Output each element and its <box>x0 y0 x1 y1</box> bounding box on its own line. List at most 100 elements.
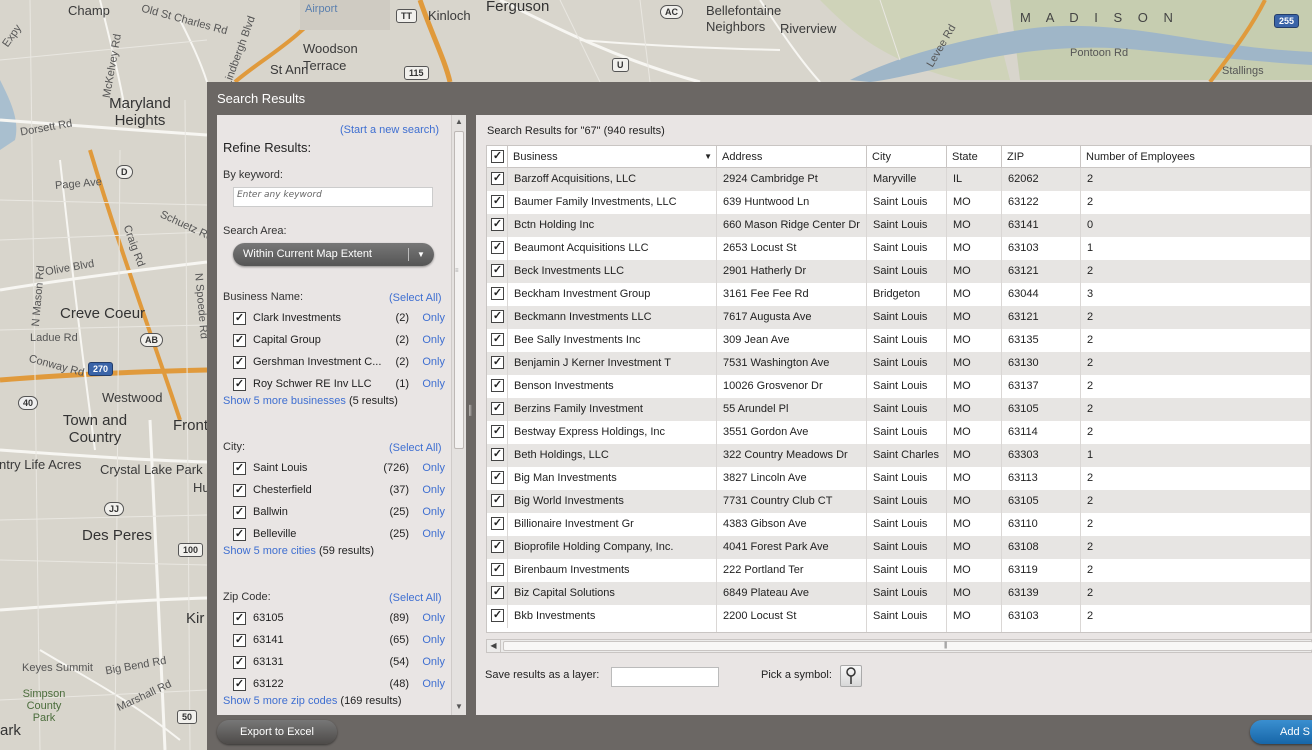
checkbox-checked[interactable]: ✓ <box>233 378 246 391</box>
cell-select: ✓ <box>487 467 508 490</box>
only-link[interactable]: Only <box>422 334 445 346</box>
checkbox-checked[interactable]: ✓ <box>233 462 246 475</box>
only-link[interactable]: Only <box>422 506 445 518</box>
select-all-checkbox[interactable]: ✓ <box>491 150 504 163</box>
city-select-all-link[interactable]: (Select All) <box>389 442 442 454</box>
row-checkbox[interactable]: ✓ <box>491 609 504 622</box>
layer-name-input[interactable] <box>611 667 719 687</box>
show-more-zip-codes-link[interactable]: Show 5 more zip codes <box>223 695 337 707</box>
zip-select-all-link[interactable]: (Select All) <box>389 592 442 604</box>
pick-symbol-button[interactable] <box>840 665 862 687</box>
show-more-businesses-link[interactable]: Show 5 more businesses <box>223 395 346 407</box>
table-row[interactable]: ✓ Berzins Family Investment 55 Arundel Pl S… <box>487 398 1311 421</box>
zip-code-label: Zip Code: <box>223 591 271 603</box>
only-link[interactable]: Only <box>422 312 445 324</box>
only-link[interactable]: Only <box>422 612 445 624</box>
only-link[interactable]: Only <box>422 634 445 646</box>
table-row[interactable]: ✓ Biz Capital Solutions 6849 Plateau Ave Sa… <box>487 582 1311 605</box>
export-to-excel-button[interactable]: Export to Excel <box>217 720 337 744</box>
checkbox-checked[interactable]: ✓ <box>233 312 246 325</box>
column-header-state[interactable]: State <box>947 146 1002 168</box>
column-header-address[interactable]: Address <box>717 146 867 168</box>
row-checkbox[interactable]: ✓ <box>491 379 504 392</box>
row-checkbox[interactable]: ✓ <box>491 195 504 208</box>
row-checkbox[interactable]: ✓ <box>491 264 504 277</box>
start-new-search-link[interactable]: (Start a new search) <box>340 124 439 136</box>
business-select-all-link[interactable]: (Select All) <box>389 292 442 304</box>
row-checkbox[interactable]: ✓ <box>491 356 504 369</box>
only-link[interactable]: Only <box>422 462 445 474</box>
row-checkbox[interactable]: ✓ <box>491 287 504 300</box>
checkbox-checked[interactable]: ✓ <box>233 506 246 519</box>
scroll-thumb[interactable] <box>454 131 464 449</box>
checkbox-checked[interactable]: ✓ <box>233 528 246 541</box>
table-row[interactable]: ✓ Billionaire Investment Gr 4383 Gibson Av… <box>487 513 1311 536</box>
row-checkbox[interactable]: ✓ <box>491 448 504 461</box>
only-link[interactable]: Only <box>422 528 445 540</box>
row-checkbox[interactable]: ✓ <box>491 540 504 553</box>
panel-splitter-handle[interactable]: ║ <box>467 406 473 425</box>
row-checkbox[interactable]: ✓ <box>491 586 504 599</box>
row-checkbox[interactable]: ✓ <box>491 517 504 530</box>
row-checkbox[interactable]: ✓ <box>491 333 504 346</box>
table-row[interactable]: ✓ Beck Investments LLC 2901 Hatherly Dr Sai… <box>487 260 1311 283</box>
table-row[interactable]: ✓ Big Man Investments 3827 Lincoln Ave Sain… <box>487 467 1311 490</box>
only-link[interactable]: Only <box>422 678 445 690</box>
row-checkbox[interactable]: ✓ <box>491 402 504 415</box>
only-link[interactable]: Only <box>422 378 445 390</box>
add-button[interactable]: Add S <box>1250 720 1312 744</box>
cell-business: Beaumont Acquisitions LLC <box>508 237 717 260</box>
table-row[interactable]: ✓ Benson Investments 10026 Grosvenor Dr Sai… <box>487 375 1311 398</box>
scroll-down-arrow-icon[interactable]: ▼ <box>452 700 466 714</box>
checkbox-checked[interactable]: ✓ <box>233 484 246 497</box>
table-row[interactable]: ✓ Bctn Holding Inc 660 Mason Ridge Center … <box>487 214 1311 237</box>
cell-business: Beckham Investment Group <box>508 283 717 306</box>
only-link[interactable]: Only <box>422 356 445 368</box>
checkbox-checked[interactable]: ✓ <box>233 634 246 647</box>
keyword-input[interactable]: Enter any keyword <box>233 187 433 207</box>
only-link[interactable]: Only <box>422 484 445 496</box>
table-row[interactable]: ✓ Bkb Investments 2200 Locust St Saint Loui… <box>487 605 1311 628</box>
row-checkbox[interactable]: ✓ <box>491 471 504 484</box>
only-link[interactable]: Only <box>422 656 445 668</box>
checkbox-checked[interactable]: ✓ <box>233 612 246 625</box>
scroll-up-arrow-icon[interactable]: ▲ <box>452 115 466 129</box>
row-checkbox[interactable]: ✓ <box>491 310 504 323</box>
row-checkbox[interactable]: ✓ <box>491 494 504 507</box>
table-row[interactable]: ✓ Baumer Family Investments, LLC 639 Huntw… <box>487 191 1311 214</box>
empty-cell <box>1002 628 1081 632</box>
row-checkbox[interactable]: ✓ <box>491 218 504 231</box>
horizontal-scroll-thumb[interactable]: ||| <box>503 641 1312 651</box>
checkbox-checked[interactable]: ✓ <box>233 656 246 669</box>
refine-scrollbar[interactable]: ▲ ≡ ▼ <box>451 115 466 715</box>
table-row[interactable]: ✓ Beckmann Investments LLC 7617 Augusta Av… <box>487 306 1311 329</box>
cell-state: MO <box>947 283 1002 306</box>
map-shield: 115 <box>404 66 429 80</box>
table-row[interactable]: ✓ Beaumont Acquisitions LLC 2653 Locust St… <box>487 237 1311 260</box>
table-row[interactable]: ✓ Bestway Express Holdings, Inc 3551 Gordo… <box>487 421 1311 444</box>
row-checkbox[interactable]: ✓ <box>491 172 504 185</box>
row-checkbox[interactable]: ✓ <box>491 563 504 576</box>
show-more-cities-link[interactable]: Show 5 more cities <box>223 545 316 557</box>
table-row[interactable]: ✓ Beckham Investment Group 3161 Fee Fee Rd… <box>487 283 1311 306</box>
column-header-city[interactable]: City <box>867 146 947 168</box>
scroll-left-arrow-icon[interactable]: ◀ <box>487 640 501 652</box>
checkbox-checked[interactable]: ✓ <box>233 678 246 691</box>
column-header-business[interactable]: Business ▼ <box>508 146 717 168</box>
horizontal-scrollbar[interactable]: ◀ ||| <box>486 639 1312 653</box>
table-row[interactable]: ✓ Barzoff Acquisitions, LLC 2924 Cambridge… <box>487 168 1311 191</box>
column-header-zip[interactable]: ZIP <box>1002 146 1081 168</box>
row-checkbox[interactable]: ✓ <box>491 425 504 438</box>
column-header-employees[interactable]: Number of Employees <box>1081 146 1311 168</box>
checkbox-checked[interactable]: ✓ <box>233 334 246 347</box>
checkbox-checked[interactable]: ✓ <box>233 356 246 369</box>
search-area-dropdown[interactable]: Within Current Map Extent ▼ <box>233 243 434 266</box>
table-row[interactable]: ✓ Birenbaum Investments 222 Portland Ter Sa… <box>487 559 1311 582</box>
table-row[interactable]: ✓ Benjamin J Kerner Investment T 7531 Wash… <box>487 352 1311 375</box>
table-row[interactable]: ✓ Bee Sally Investments Inc 309 Jean Ave Sa… <box>487 329 1311 352</box>
table-row[interactable]: ✓ Bioprofile Holding Company, Inc. 4041 Fo… <box>487 536 1311 559</box>
cell-zip: 63110 <box>1002 513 1081 536</box>
table-row[interactable]: ✓ Big World Investments 7731 Country Club … <box>487 490 1311 513</box>
row-checkbox[interactable]: ✓ <box>491 241 504 254</box>
table-row[interactable]: ✓ Beth Holdings, LLC 322 Country Meadows D… <box>487 444 1311 467</box>
